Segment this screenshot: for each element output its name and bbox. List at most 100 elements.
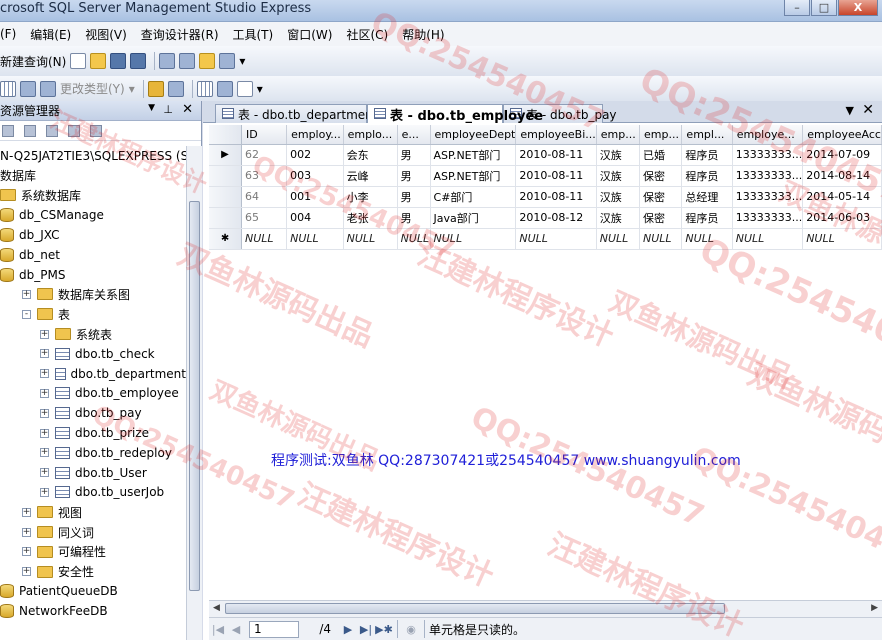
change-type-chevron[interactable]: ▾: [129, 78, 135, 100]
show-results-pane-icon[interactable]: [40, 80, 56, 97]
menu-help[interactable]: 帮助(H): [402, 26, 450, 43]
save-all-icon[interactable]: [130, 53, 147, 69]
expand-icon[interactable]: +: [40, 349, 49, 359]
column-header[interactable]: employeeAcc: [802, 125, 882, 145]
table-cell[interactable]: NULL: [681, 228, 733, 250]
table-cell[interactable]: 会东: [343, 144, 398, 166]
tree-item[interactable]: + dbo.tb_pay: [0, 403, 186, 423]
expand-icon[interactable]: +: [22, 547, 31, 557]
menu-file[interactable]: (F): [0, 27, 22, 41]
table-cell[interactable]: 13333333...: [732, 207, 804, 229]
tree-item[interactable]: db_PMS: [0, 265, 186, 285]
tree-item[interactable]: + 数据库关系图: [0, 285, 186, 305]
table-cell[interactable]: 程序员: [681, 165, 733, 187]
table-cell[interactable]: 男: [397, 165, 431, 187]
refresh-icon[interactable]: [68, 124, 80, 137]
change-type-button[interactable]: 更改类型(Y): [60, 78, 125, 100]
tree-item[interactable]: + dbo.tb_redeploy: [0, 443, 186, 463]
disconnect-icon[interactable]: [24, 124, 36, 137]
expand-icon[interactable]: +: [22, 527, 31, 537]
table-cell[interactable]: 男: [397, 207, 431, 229]
column-header[interactable]: employeeBi...: [515, 125, 597, 145]
toolbar-overflow-chevron[interactable]: ▾: [239, 50, 245, 72]
expand-icon[interactable]: +: [40, 487, 49, 497]
menu-community[interactable]: 社区(C): [346, 26, 394, 43]
column-header[interactable]: employe...: [732, 125, 804, 145]
execute-sql-icon[interactable]: [147, 80, 164, 97]
add-group-by-icon[interactable]: [196, 80, 213, 97]
expand-icon[interactable]: +: [40, 448, 49, 458]
expand-icon[interactable]: +: [40, 388, 49, 398]
show-diagram-pane-icon[interactable]: [0, 80, 16, 97]
table-cell[interactable]: NULL: [639, 228, 683, 250]
collapse-icon[interactable]: -: [22, 309, 31, 319]
filter-icon[interactable]: [90, 124, 102, 137]
tab-tb-employee[interactable]: 表 - dbo.tb_employee: [367, 104, 543, 124]
column-header[interactable]: employ...: [286, 125, 344, 145]
tree-item[interactable]: + dbo.tb_department: [0, 364, 186, 384]
toolbar2-overflow-chevron[interactable]: ▾: [257, 78, 263, 100]
save-icon[interactable]: [110, 53, 127, 69]
table-cell[interactable]: NULL: [515, 228, 597, 250]
expand-icon[interactable]: +: [40, 369, 49, 379]
expand-icon[interactable]: +: [40, 329, 49, 339]
stop-icon[interactable]: ◉: [402, 623, 420, 636]
row-selector[interactable]: [209, 207, 243, 229]
column-header[interactable]: ID: [241, 125, 288, 145]
template-explorer-icon[interactable]: [199, 53, 216, 69]
tree-item[interactable]: + dbo.tb_User: [0, 463, 186, 483]
row-selector[interactable]: [209, 165, 243, 187]
new-row-indicator[interactable]: ✱: [209, 228, 243, 250]
scrollbar-thumb[interactable]: [225, 603, 725, 614]
active-files-dropdown-icon[interactable]: ▼: [846, 104, 854, 117]
tree-server-node[interactable]: N-Q25JAT2TIE3\SQLEXPRESS (SQ: [0, 146, 186, 166]
expand-icon[interactable]: +: [40, 428, 49, 438]
table-cell[interactable]: NULL: [343, 228, 398, 250]
expand-icon[interactable]: +: [22, 289, 31, 299]
table-cell[interactable]: 程序员: [681, 207, 733, 229]
table-cell[interactable]: NULL: [286, 228, 344, 250]
menu-edit[interactable]: 编辑(E): [30, 26, 77, 43]
add-derived-table-icon[interactable]: [236, 80, 253, 97]
add-table-icon[interactable]: [216, 80, 233, 97]
table-cell[interactable]: 已婚: [639, 144, 683, 166]
table-cell[interactable]: 2014-07-09: [802, 144, 882, 166]
expand-icon[interactable]: +: [22, 507, 31, 517]
table-cell[interactable]: C#部门: [430, 186, 517, 208]
next-record-icon[interactable]: ▶: [339, 623, 357, 636]
table-cell[interactable]: 2010-08-11: [515, 165, 597, 187]
show-sql-pane-icon[interactable]: [20, 80, 36, 97]
tree-item[interactable]: + 可编程性: [0, 542, 186, 562]
table-row[interactable]: 65 004 老张男 Java部门 2010-08-12 汉族 保密 程序员 13333333.…: [209, 207, 882, 229]
table-row[interactable]: 64 001 小李男 C#部门 2010-08-11 汉族 保密 总经理 13333333...…: [209, 186, 882, 208]
first-record-icon[interactable]: |◀: [209, 623, 227, 636]
table-cell[interactable]: 汉族: [596, 186, 641, 208]
tree-item[interactable]: + dbo.tb_employee: [0, 384, 186, 404]
tree-item[interactable]: + 同义词: [0, 522, 186, 542]
column-header[interactable]: employeeDept: [430, 125, 517, 145]
table-cell[interactable]: 65: [241, 207, 288, 229]
tree-item[interactable]: + 安全性: [0, 562, 186, 582]
column-header[interactable]: empl...: [681, 125, 733, 145]
table-cell[interactable]: 汉族: [596, 207, 641, 229]
table-cell[interactable]: 保密: [639, 207, 683, 229]
table-cell[interactable]: 63: [241, 165, 288, 187]
table-cell[interactable]: 64: [241, 186, 288, 208]
tree-item[interactable]: PatientQueueDB: [0, 582, 186, 602]
table-cell[interactable]: 2010-08-11: [515, 186, 597, 208]
scrollbar-thumb[interactable]: [189, 201, 200, 591]
table-cell[interactable]: 002: [286, 144, 344, 166]
table-cell[interactable]: 男: [397, 186, 431, 208]
tree-item[interactable]: + 视图: [0, 502, 186, 522]
table-cell[interactable]: 2014-08-14: [802, 165, 882, 187]
current-row-indicator[interactable]: ▶: [209, 144, 243, 166]
menu-view[interactable]: 视图(V): [85, 26, 133, 43]
column-header[interactable]: emplo...: [343, 125, 398, 145]
row-selector[interactable]: [209, 186, 243, 208]
table-cell[interactable]: ASP.NET部门: [430, 144, 517, 166]
tree-item[interactable]: -表: [0, 304, 186, 324]
window-position-icon[interactable]: ▼: [148, 103, 155, 113]
table-cell[interactable]: 13333333...: [732, 144, 804, 166]
tree-item[interactable]: + dbo.tb_userJob: [0, 483, 186, 503]
last-record-icon[interactable]: ▶|: [357, 623, 375, 636]
